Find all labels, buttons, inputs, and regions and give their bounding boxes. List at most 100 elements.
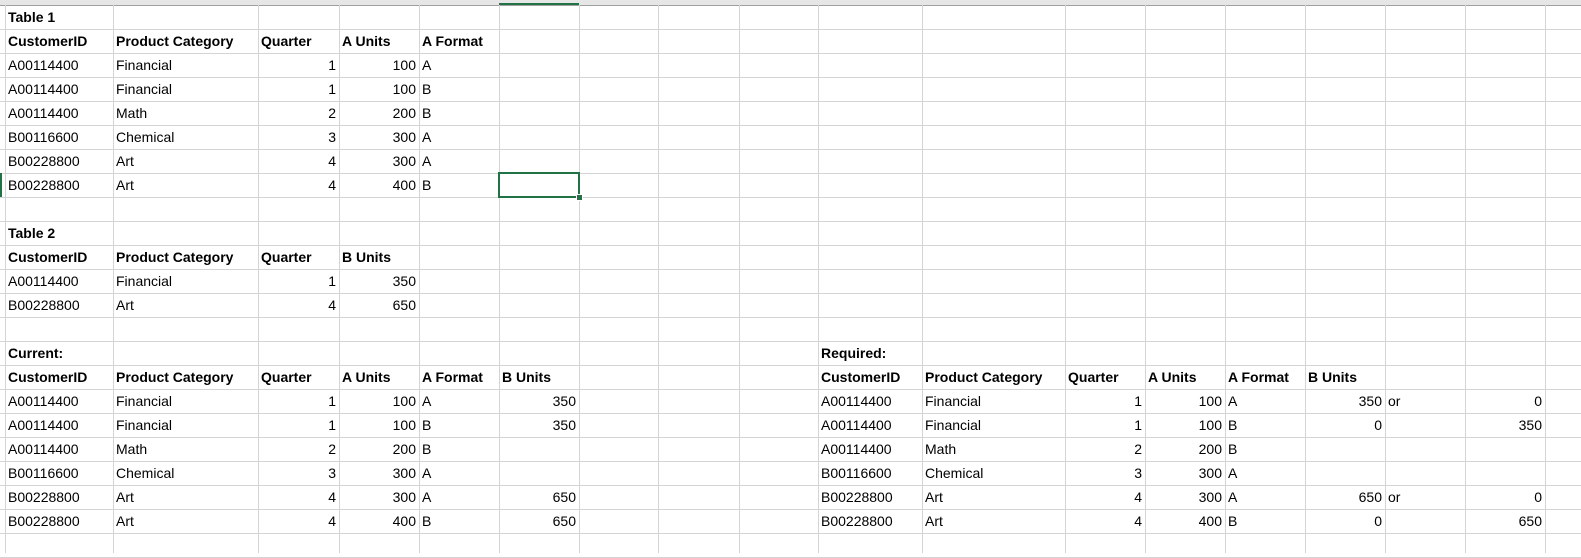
table-cell[interactable]: B00228800 xyxy=(818,485,922,509)
table-cell[interactable]: B00116600 xyxy=(818,461,922,485)
column-header-cell[interactable]: Product Category xyxy=(113,365,258,389)
table-cell[interactable]: Financial xyxy=(113,269,258,293)
table-cell[interactable]: Math xyxy=(113,437,258,461)
table-cell[interactable]: B xyxy=(419,509,499,533)
table-cell[interactable]: or xyxy=(1385,485,1465,509)
table-cell[interactable]: Chemical xyxy=(113,461,258,485)
table-cell[interactable]: A00114400 xyxy=(5,77,113,101)
selected-cell[interactable] xyxy=(498,172,580,198)
column-header-cell[interactable]: B Units xyxy=(339,245,419,269)
column-header-cell[interactable]: Quarter xyxy=(258,245,339,269)
table-cell[interactable]: A xyxy=(419,389,499,413)
table-cell[interactable]: or xyxy=(1385,389,1465,413)
table-cell[interactable]: 400 xyxy=(339,509,419,533)
table-cell[interactable]: Financial xyxy=(922,413,1065,437)
table-cell[interactable]: 200 xyxy=(339,437,419,461)
table-cell[interactable]: Art xyxy=(113,293,258,317)
table-cell[interactable]: 650 xyxy=(499,509,579,533)
column-header-cell[interactable]: CustomerID xyxy=(818,365,922,389)
table-cell[interactable]: 0 xyxy=(1465,485,1545,509)
table-cell[interactable]: A00114400 xyxy=(5,437,113,461)
table-cell[interactable]: 4 xyxy=(258,149,339,173)
table-cell[interactable]: 4 xyxy=(1065,485,1145,509)
table-cell[interactable]: 4 xyxy=(258,509,339,533)
table-cell[interactable]: 100 xyxy=(339,389,419,413)
column-header-cell[interactable]: A Units xyxy=(339,29,419,53)
table-cell[interactable]: 300 xyxy=(339,461,419,485)
table-cell[interactable]: A00114400 xyxy=(5,389,113,413)
table-cell[interactable]: A xyxy=(419,125,499,149)
table-cell[interactable]: 1 xyxy=(1065,413,1145,437)
column-header-cell[interactable]: Quarter xyxy=(258,29,339,53)
table-cell[interactable]: A00114400 xyxy=(818,413,922,437)
table-cell[interactable]: 300 xyxy=(339,485,419,509)
table-cell[interactable]: Financial xyxy=(113,77,258,101)
table-cell[interactable]: 100 xyxy=(1145,413,1225,437)
table-cell[interactable]: Financial xyxy=(113,389,258,413)
table-cell[interactable]: Math xyxy=(113,101,258,125)
table-cell[interactable]: 2 xyxy=(1065,437,1145,461)
table-cell[interactable]: 1 xyxy=(258,77,339,101)
table-cell[interactable]: 400 xyxy=(1145,509,1225,533)
table-cell[interactable]: Financial xyxy=(113,413,258,437)
table-cell[interactable]: 4 xyxy=(258,173,339,197)
table-cell[interactable]: 4 xyxy=(1065,509,1145,533)
table-cell[interactable]: 650 xyxy=(339,293,419,317)
table-cell[interactable]: B00228800 xyxy=(818,509,922,533)
table-cell[interactable]: 300 xyxy=(339,125,419,149)
table-cell[interactable]: B00228800 xyxy=(5,149,113,173)
column-header-cell[interactable]: A Format xyxy=(419,365,499,389)
table-cell[interactable]: Art xyxy=(922,485,1065,509)
column-header-cell[interactable]: CustomerID xyxy=(5,29,113,53)
column-header-cell[interactable]: A Format xyxy=(1225,365,1305,389)
table-cell[interactable]: A xyxy=(419,53,499,77)
column-header-cell[interactable]: CustomerID xyxy=(5,365,113,389)
table-cell[interactable]: A xyxy=(419,461,499,485)
table2-title[interactable]: Table 2 xyxy=(5,221,113,245)
table-cell[interactable]: A00114400 xyxy=(818,389,922,413)
table-cell[interactable]: A00114400 xyxy=(818,437,922,461)
table-cell[interactable]: 300 xyxy=(1145,461,1225,485)
current-title[interactable]: Current: xyxy=(5,341,113,365)
table-cell[interactable]: 2 xyxy=(258,437,339,461)
column-header-cell[interactable]: A Units xyxy=(339,365,419,389)
table-cell[interactable]: A xyxy=(419,485,499,509)
table-cell[interactable]: A xyxy=(1225,389,1305,413)
table-cell[interactable]: B00116600 xyxy=(5,125,113,149)
table-cell[interactable]: 1 xyxy=(258,389,339,413)
table-cell[interactable]: B xyxy=(1225,413,1305,437)
required-title[interactable]: Required: xyxy=(818,341,922,365)
table-cell[interactable]: A xyxy=(1225,461,1305,485)
table-cell[interactable]: Art xyxy=(113,485,258,509)
table1-title[interactable]: Table 1 xyxy=(5,5,113,29)
column-header-cell[interactable]: B Units xyxy=(1305,365,1385,389)
table-cell[interactable]: 100 xyxy=(339,77,419,101)
table-cell[interactable]: B xyxy=(1225,437,1305,461)
table-cell[interactable]: 100 xyxy=(339,53,419,77)
table-cell[interactable]: Financial xyxy=(113,53,258,77)
table-cell[interactable]: 650 xyxy=(499,485,579,509)
table-cell[interactable]: B xyxy=(1225,509,1305,533)
column-header-cell[interactable]: Product Category xyxy=(113,29,258,53)
table-cell[interactable]: B xyxy=(419,101,499,125)
column-header-bar[interactable] xyxy=(0,0,1581,6)
table-cell[interactable]: 350 xyxy=(499,389,579,413)
table-cell[interactable]: B00228800 xyxy=(5,293,113,317)
table-cell[interactable]: Art xyxy=(922,509,1065,533)
table-cell[interactable]: 1 xyxy=(1065,389,1145,413)
table-cell[interactable]: 650 xyxy=(1465,509,1545,533)
table-cell[interactable]: B00228800 xyxy=(5,173,113,197)
table-cell[interactable]: 200 xyxy=(339,101,419,125)
table-cell[interactable]: A00114400 xyxy=(5,269,113,293)
table-cell[interactable]: A00114400 xyxy=(5,53,113,77)
table-cell[interactable]: 4 xyxy=(258,293,339,317)
table-cell[interactable]: Financial xyxy=(922,389,1065,413)
table-cell[interactable]: Art xyxy=(113,149,258,173)
table-cell[interactable]: 1 xyxy=(258,53,339,77)
table-cell[interactable]: 100 xyxy=(1145,389,1225,413)
table-cell[interactable]: 1 xyxy=(258,269,339,293)
table-cell[interactable]: 200 xyxy=(1145,437,1225,461)
table-cell[interactable]: Chemical xyxy=(922,461,1065,485)
table-cell[interactable]: 2 xyxy=(258,101,339,125)
table-cell[interactable]: B xyxy=(419,173,499,197)
